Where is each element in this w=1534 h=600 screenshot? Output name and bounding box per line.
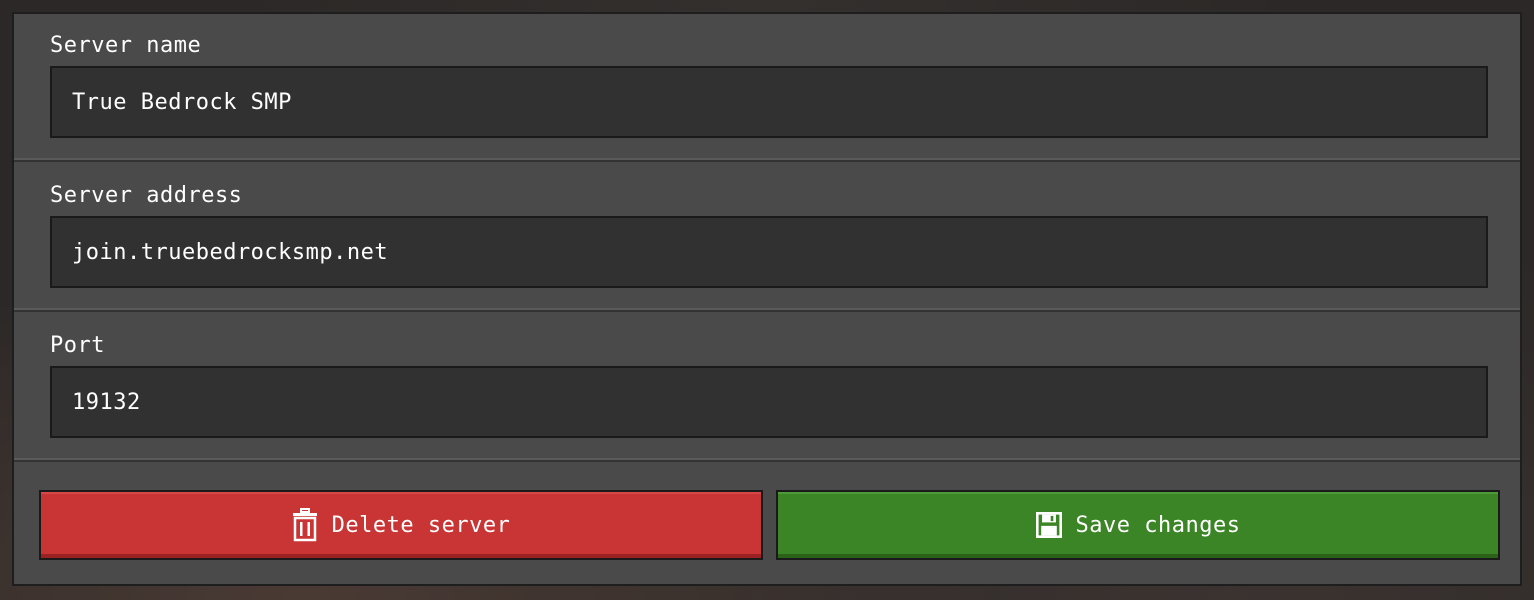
save-changes-label: Save changes — [1075, 512, 1241, 538]
delete-server-label: Delete server — [331, 512, 511, 538]
server-name-input[interactable] — [50, 66, 1488, 138]
save-changes-button[interactable]: Save changes — [776, 490, 1500, 560]
server-address-label: Server address — [50, 183, 243, 208]
delete-server-button[interactable]: Delete server — [39, 490, 763, 560]
server-address-input[interactable] — [50, 216, 1488, 288]
port-section: Port — [14, 314, 1520, 462]
server-name-label: Server name — [50, 33, 202, 58]
server-address-section: Server address — [14, 164, 1520, 312]
trash-icon — [292, 508, 318, 542]
port-label: Port — [50, 333, 105, 358]
port-input[interactable] — [50, 366, 1488, 438]
action-buttons: Delete server Save changes — [14, 464, 1520, 584]
floppy-disk-icon — [1035, 508, 1062, 542]
server-name-section: Server name — [14, 14, 1520, 162]
edit-server-panel: Server name Server address Port Delete s… — [12, 12, 1522, 586]
